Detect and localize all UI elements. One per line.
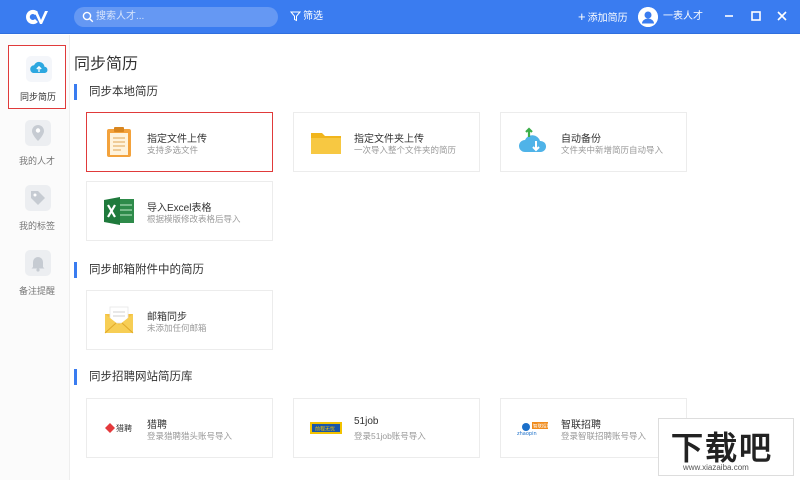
excel-icon	[104, 197, 134, 225]
card-subtitle: 未添加任何邮箱	[147, 323, 207, 333]
card-subtitle: 登录51job账号导入	[354, 431, 426, 441]
add-resume-label: 添加简历	[587, 13, 628, 24]
search-icon	[82, 11, 94, 23]
card-title: 指定文件夹上传	[354, 134, 424, 145]
sidebar-item-my-talent[interactable]: 我的人才	[8, 110, 66, 174]
sidebar-item-label: 同步简历	[19, 92, 56, 102]
svg-text:前程无忧: 前程无忧	[315, 426, 335, 433]
filter-icon	[290, 11, 301, 22]
liepin-logo-icon: 猎聘	[105, 423, 132, 433]
minimize-button[interactable]	[720, 8, 738, 26]
auto-backup-card[interactable]: 自动备份 文件夹中新增简历自动导入	[500, 112, 687, 172]
sidebar: 同步简历 我的人才 我的标签 备注提醒	[0, 35, 70, 480]
minimize-icon	[725, 15, 733, 17]
filter-label: 筛选	[303, 11, 323, 22]
card-title: 邮箱同步	[147, 312, 187, 323]
svg-text:猎聘: 猎聘	[116, 423, 132, 433]
svg-text:智联招聘: 智联招聘	[533, 423, 550, 430]
sidebar-item-reminders[interactable]: 备注提醒	[8, 240, 66, 304]
upload-files-card[interactable]: 指定文件上传 支持多选文件	[86, 112, 273, 172]
person-pin-icon	[25, 120, 51, 146]
mail-envelope-icon	[104, 306, 134, 334]
sidebar-item-sync-resume[interactable]: 同步简历	[8, 45, 66, 109]
card-subtitle: 一次导入整个文件夹的简历	[354, 145, 457, 155]
user-name: 一表人才	[663, 11, 703, 22]
section-heading-email: 同步邮箱附件中的简历	[74, 262, 204, 278]
card-title: 智联招聘	[561, 420, 601, 431]
cloud-upload-icon	[26, 56, 52, 82]
search-input[interactable]: 搜索人才...	[74, 7, 278, 27]
close-icon	[777, 11, 787, 21]
liepin-card[interactable]: 猎聘 猎聘 登录猎聘猎头账号导入	[86, 398, 273, 458]
card-subtitle: 文件夹中新增简历自动导入	[561, 145, 664, 155]
maximize-icon	[751, 11, 761, 21]
card-subtitle: 支持多选文件	[147, 145, 199, 155]
sidebar-item-my-tags[interactable]: 我的标签	[8, 175, 66, 239]
sidebar-item-label: 我的人才	[18, 156, 55, 166]
email-sync-card[interactable]: 邮箱同步 未添加任何邮箱	[86, 290, 273, 350]
watermark-url: www.xiazaiba.com	[683, 463, 749, 472]
clipboard-file-icon	[107, 127, 131, 157]
sidebar-item-label: 备注提醒	[18, 286, 55, 296]
card-title: 51job	[354, 416, 379, 427]
sidebar-item-label: 我的标签	[18, 221, 55, 231]
51job-card[interactable]: 前程无忧 51job 登录51job账号导入	[293, 398, 480, 458]
bell-icon	[25, 250, 51, 276]
card-title: 导入Excel表格	[147, 203, 212, 214]
section-heading-local: 同步本地简历	[74, 84, 158, 100]
maximize-button[interactable]	[747, 8, 765, 26]
search-placeholder: 搜索人才...	[96, 11, 145, 22]
cloud-sync-icon	[519, 127, 547, 152]
upload-folder-card[interactable]: 指定文件夹上传 一次导入整个文件夹的简历	[293, 112, 480, 172]
card-title: 自动备份	[561, 134, 601, 145]
folder-icon	[311, 133, 341, 154]
app-logo-icon[interactable]	[24, 8, 48, 26]
51job-logo-icon: 前程无忧	[310, 422, 342, 434]
svg-text:zhaopin: zhaopin	[517, 431, 537, 437]
section-heading-job-sites: 同步招聘网站简历库	[74, 369, 193, 385]
watermark: 下载吧 www.xiazaiba.com	[658, 418, 794, 476]
zhaopin-logo-icon: zhaopin 智联招聘	[517, 422, 550, 437]
card-title: 猎聘	[147, 420, 167, 431]
import-excel-card[interactable]: 导入Excel表格 根据模版修改表格后导入	[86, 181, 273, 241]
card-subtitle: 根据模版修改表格后导入	[147, 214, 241, 224]
top-bar: 搜索人才... 筛选 + 添加简历 一表人才	[0, 0, 800, 34]
avatar	[638, 7, 658, 27]
plus-icon: +	[578, 9, 586, 24]
tag-icon	[25, 185, 51, 211]
card-title: 指定文件上传	[147, 134, 207, 145]
card-subtitle: 登录智联招聘账号导入	[561, 431, 647, 441]
add-resume-button[interactable]: + 添加简历	[578, 8, 628, 26]
close-button[interactable]	[773, 8, 791, 26]
card-subtitle: 登录猎聘猎头账号导入	[147, 431, 233, 441]
page-title: 同步简历	[74, 56, 139, 73]
